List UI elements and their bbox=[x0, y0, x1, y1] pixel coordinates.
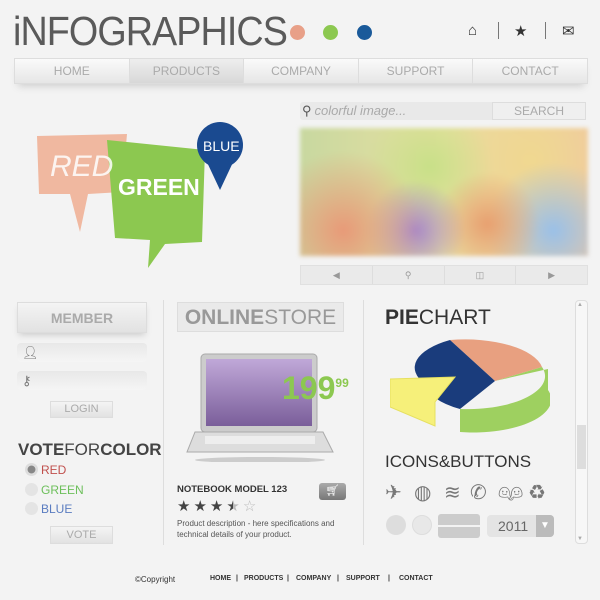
pie-title: PIECHART bbox=[385, 306, 491, 329]
icons-title: ICONS&BUTTONS bbox=[385, 452, 532, 471]
footer-contact[interactable]: CONTACT bbox=[399, 575, 433, 582]
divider bbox=[163, 300, 164, 545]
star-icon[interactable]: ★ bbox=[514, 22, 527, 40]
next-icon[interactable]: ▶ bbox=[516, 266, 587, 284]
user-icon: 👤︎ bbox=[22, 345, 39, 360]
blue-label: BLUE bbox=[203, 138, 240, 154]
color-dot-red[interactable] bbox=[290, 25, 305, 40]
pie-chart-image bbox=[390, 339, 550, 433]
radio-red[interactable] bbox=[25, 463, 38, 476]
option-green: GREEN bbox=[41, 483, 84, 497]
grid-buttons[interactable] bbox=[438, 514, 480, 538]
main-nav: HOME PRODUCTS COMPANY SUPPORT CONTACT bbox=[14, 58, 588, 84]
mail-icon[interactable]: ✉ bbox=[562, 22, 575, 40]
gallery-image bbox=[300, 128, 588, 256]
search-icon: ⚲ bbox=[302, 103, 312, 118]
member-button[interactable]: MEMBER bbox=[17, 302, 147, 333]
rating-stars: ★ ★ ★ ★ ☆ bbox=[177, 498, 257, 515]
username-field[interactable]: 👤︎ bbox=[17, 343, 147, 362]
round-button[interactable] bbox=[412, 515, 432, 535]
product-name: NOTEBOOK MODEL 123 bbox=[177, 484, 288, 495]
vote-title: VOTEFORCOLOR bbox=[18, 440, 162, 459]
prev-icon[interactable]: ◀ bbox=[301, 266, 373, 284]
color-dot-blue[interactable] bbox=[357, 25, 372, 40]
footer-products[interactable]: PRODUCTS bbox=[244, 575, 283, 582]
phone-icon[interactable]: ✆ bbox=[470, 480, 487, 505]
fullscreen-icon[interactable]: ◫ bbox=[445, 266, 517, 284]
divider: | bbox=[388, 575, 390, 582]
divider: | bbox=[236, 575, 238, 582]
option-blue: BLUE bbox=[41, 502, 73, 516]
nav-support[interactable]: SUPPORT bbox=[359, 59, 474, 83]
scrollbar[interactable]: ▲ ▼ bbox=[575, 300, 588, 544]
green-banner bbox=[107, 140, 205, 268]
divider bbox=[498, 22, 499, 39]
scrollbar-thumb[interactable] bbox=[577, 425, 586, 469]
zoom-icon[interactable]: ⚲ bbox=[373, 266, 445, 284]
product-description: Product description - here specification… bbox=[177, 519, 335, 539]
option-red: RED bbox=[41, 463, 67, 477]
color-dot-green[interactable] bbox=[323, 25, 338, 40]
divider: | bbox=[337, 575, 339, 582]
copyright: ©Copyright bbox=[135, 575, 176, 584]
round-button[interactable] bbox=[386, 515, 406, 535]
divider bbox=[363, 300, 364, 545]
footer-support[interactable]: SUPPORT bbox=[346, 575, 380, 582]
price: 19999 bbox=[282, 370, 349, 406]
globe-icon[interactable]: ◍ bbox=[414, 480, 431, 505]
airplane-icon[interactable]: ✈ bbox=[385, 480, 402, 505]
nav-contact[interactable]: CONTACT bbox=[473, 59, 587, 83]
year-select[interactable]: 2011 ▼ bbox=[487, 515, 554, 537]
search-placeholder: colorful image... bbox=[314, 103, 407, 118]
store-title: ONLINESTORE bbox=[177, 302, 344, 332]
vote-button[interactable]: VOTE bbox=[50, 526, 113, 544]
scroll-up-icon[interactable]: ▲ bbox=[577, 302, 583, 308]
cart-button[interactable]: 🛒︎ bbox=[319, 483, 346, 500]
password-field[interactable]: ⚷ bbox=[17, 371, 147, 390]
key-icon: ⚷ bbox=[22, 373, 32, 388]
nav-company[interactable]: COMPANY bbox=[244, 59, 359, 83]
nav-home[interactable]: HOME bbox=[15, 59, 130, 83]
login-button[interactable]: LOGIN bbox=[50, 401, 113, 418]
divider: | bbox=[287, 575, 289, 582]
laptop-image bbox=[186, 353, 334, 462]
recycle-icon[interactable]: ♻ bbox=[528, 480, 546, 505]
scroll-down-icon[interactable]: ▼ bbox=[577, 536, 583, 542]
rss-icon[interactable]: ≋ bbox=[444, 480, 461, 505]
chevron-down-icon: ▼ bbox=[536, 515, 554, 537]
footer-home[interactable]: HOME bbox=[210, 575, 231, 582]
footer-company[interactable]: COMPANY bbox=[296, 575, 331, 582]
site-title: iNFOGRAPHICS bbox=[13, 8, 288, 54]
red-label: RED bbox=[50, 150, 114, 183]
restroom-icon[interactable]: 👫︎ bbox=[498, 480, 523, 505]
nav-products[interactable]: PRODUCTS bbox=[129, 59, 245, 83]
home-icon[interactable]: ⌂ bbox=[468, 22, 477, 39]
cart-icon: 🛒︎ bbox=[325, 485, 340, 497]
radio-green[interactable] bbox=[25, 483, 38, 496]
gallery-controls: ◀ ⚲ ◫ ▶ bbox=[300, 265, 588, 285]
search-button[interactable]: SEARCH bbox=[492, 102, 586, 120]
green-label: GREEN bbox=[118, 174, 200, 200]
divider bbox=[545, 22, 546, 39]
radio-blue[interactable] bbox=[25, 502, 38, 515]
